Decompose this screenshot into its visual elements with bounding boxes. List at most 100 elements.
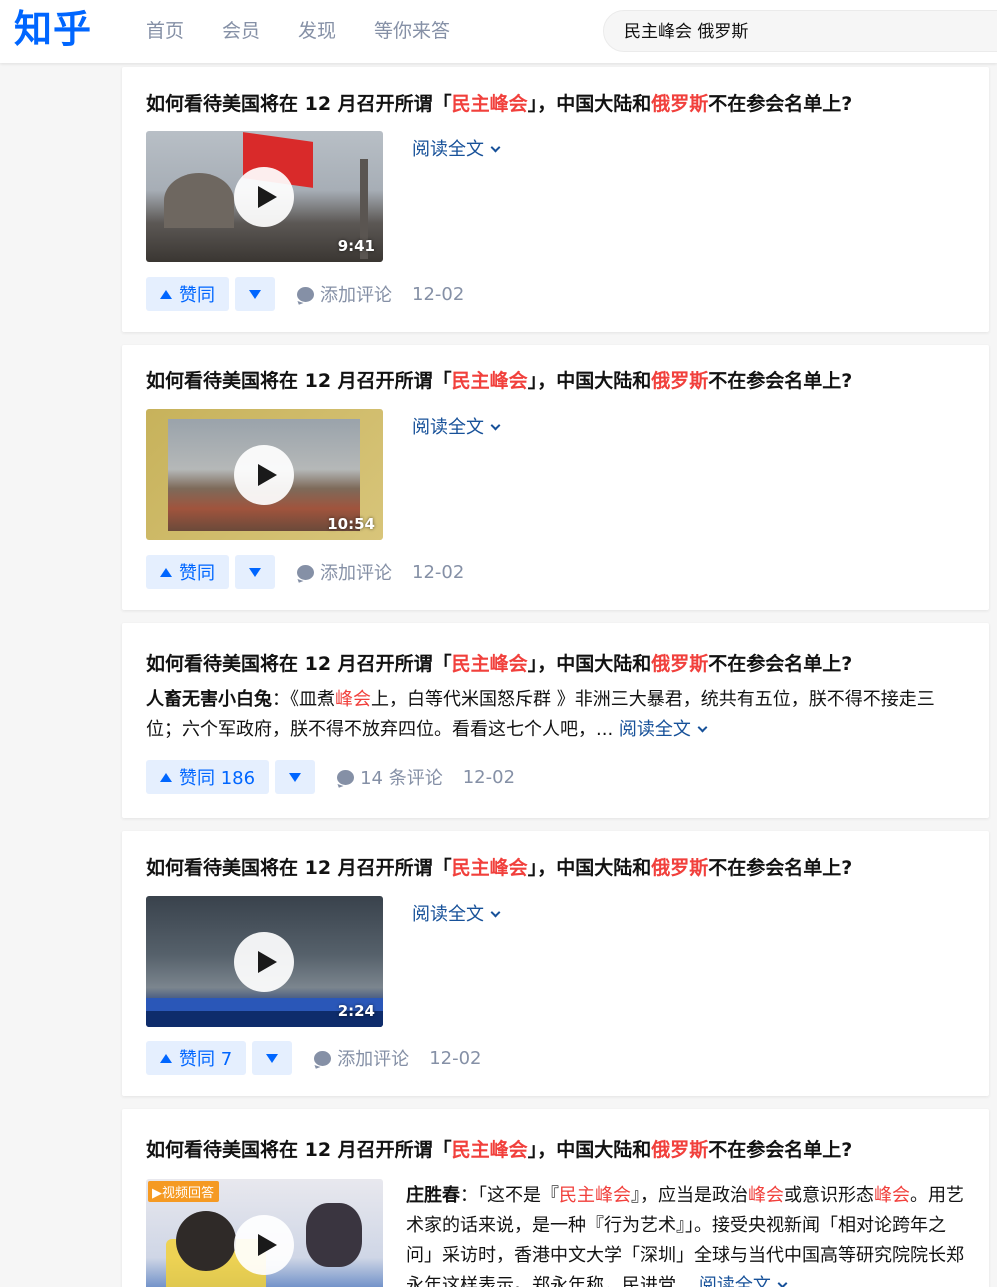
title-text: 」，中国大陆和 bbox=[527, 1139, 652, 1161]
title-highlight: 俄罗斯 bbox=[651, 857, 709, 879]
title-text: 如何看待美国将在 12 月召开所谓「 bbox=[146, 653, 452, 675]
title-highlight: 俄罗斯 bbox=[651, 1139, 709, 1161]
read-more-link[interactable]: 阅读全文 bbox=[412, 900, 501, 926]
downvote-button[interactable] bbox=[235, 555, 275, 589]
excerpt-text: 或意识形态 bbox=[784, 1185, 874, 1206]
upvote-label: 赞同 186 bbox=[179, 768, 256, 789]
title-text: 如何看待美国将在 12 月召开所谓「 bbox=[146, 857, 452, 879]
video-answer-badge: ▶视频回答 bbox=[148, 1181, 220, 1202]
upvote-icon bbox=[160, 289, 172, 299]
action-bar: 赞同 添加评论 12-02 bbox=[146, 277, 464, 311]
result-card: 如何看待美国将在 12 月召开所谓「民主峰会」，中国大陆和俄罗斯不在参会名单上?… bbox=[122, 1109, 989, 1287]
comment-label: 添加评论 bbox=[320, 285, 392, 306]
downvote-button[interactable] bbox=[252, 1041, 293, 1075]
downvote-icon bbox=[289, 773, 302, 782]
read-more-link[interactable]: 阅读全文 bbox=[412, 413, 501, 439]
nav-waiting-answers[interactable]: 等你来答 bbox=[374, 16, 450, 46]
read-more-link[interactable]: 阅读全文 bbox=[618, 719, 708, 740]
search-results-feed: 如何看待美国将在 12 月召开所谓「民主峰会」，中国大陆和俄罗斯不在参会名单上?… bbox=[122, 67, 989, 1287]
upvote-label: 赞同 bbox=[179, 563, 215, 584]
excerpt-highlight: 峰会 bbox=[874, 1185, 910, 1206]
title-text: 」，中国大陆和 bbox=[527, 653, 652, 675]
title-highlight: 俄罗斯 bbox=[651, 653, 709, 675]
author-name[interactable]: 人畜无害小白兔 bbox=[146, 689, 272, 710]
downvote-icon bbox=[266, 1054, 279, 1063]
title-text: 不在参会名单上? bbox=[708, 653, 853, 675]
title-text: 不在参会名单上? bbox=[708, 1139, 853, 1161]
comment-label: 14 条评论 bbox=[360, 768, 443, 789]
title-text: 不在参会名单上? bbox=[708, 370, 853, 392]
title-text: 如何看待美国将在 12 月召开所谓「 bbox=[146, 370, 452, 392]
nav-discover[interactable]: 发现 bbox=[298, 16, 336, 46]
upvote-button[interactable]: 赞同 bbox=[146, 555, 229, 589]
upvote-button[interactable]: 赞同 7 bbox=[146, 1041, 247, 1075]
title-highlight: 俄罗斯 bbox=[651, 93, 709, 115]
answer-excerpt[interactable]: 人畜无害小白兔：《皿煮峰会上，白等代米国怒斥群 》非洲三大暴君，统共有五位，朕不… bbox=[146, 685, 961, 745]
play-icon[interactable] bbox=[234, 932, 294, 992]
excerpt-highlight: 峰会 bbox=[335, 689, 371, 710]
nav-home[interactable]: 首页 bbox=[146, 16, 184, 46]
title-highlight: 民主峰会 bbox=[451, 93, 528, 115]
downvote-icon bbox=[249, 568, 261, 577]
read-more-link[interactable]: 阅读全文 bbox=[412, 135, 501, 161]
upvote-label: 赞同 bbox=[179, 285, 215, 306]
upvote-icon bbox=[160, 567, 172, 577]
thumbnail-scene bbox=[306, 1203, 362, 1267]
result-card: 如何看待美国将在 12 月召开所谓「民主峰会」，中国大陆和俄罗斯不在参会名单上?… bbox=[122, 67, 989, 332]
search-input[interactable] bbox=[624, 19, 984, 39]
top-bar: 知乎 首页 会员 发现 等你来答 bbox=[0, 0, 997, 63]
main-nav: 首页 会员 发现 等你来答 bbox=[146, 16, 488, 46]
post-date: 12-02 bbox=[429, 1047, 482, 1069]
result-card: 如何看待美国将在 12 月召开所谓「民主峰会」，中国大陆和俄罗斯不在参会名单上?… bbox=[122, 831, 989, 1096]
zhihu-logo[interactable]: 知乎 bbox=[14, 6, 92, 52]
read-more-label: 阅读全文 bbox=[618, 719, 691, 740]
action-bar: 赞同 添加评论 12-02 bbox=[146, 555, 464, 589]
title-highlight: 民主峰会 bbox=[451, 1139, 528, 1161]
video-thumbnail[interactable]: ▶视频回答 bbox=[146, 1179, 383, 1287]
result-title[interactable]: 如何看待美国将在 12 月召开所谓「民主峰会」，中国大陆和俄罗斯不在参会名单上? bbox=[146, 650, 852, 678]
thumbnail-scene bbox=[176, 1211, 236, 1271]
comment-label: 添加评论 bbox=[337, 1049, 410, 1070]
title-highlight: 民主峰会 bbox=[451, 857, 528, 879]
badge-label: 视频回答 bbox=[162, 1186, 215, 1201]
downvote-icon bbox=[249, 290, 261, 299]
downvote-button[interactable] bbox=[235, 277, 275, 311]
chevron-down-icon bbox=[777, 1278, 788, 1287]
excerpt-highlight: 民主峰会 bbox=[559, 1185, 631, 1206]
video-thumbnail[interactable]: 2:24 bbox=[146, 896, 383, 1027]
upvote-button[interactable]: 赞同 186 bbox=[146, 760, 270, 794]
result-title[interactable]: 如何看待美国将在 12 月召开所谓「民主峰会」，中国大陆和俄罗斯不在参会名单上? bbox=[146, 854, 852, 882]
comment-button[interactable]: 添加评论 bbox=[297, 281, 392, 307]
answer-excerpt[interactable]: 庄胜春：「这不是『民主峰会』，应当是政治峰会或意识形态峰会。用艺术家的话来说，是… bbox=[406, 1181, 966, 1287]
play-icon[interactable] bbox=[234, 445, 294, 505]
title-highlight: 民主峰会 bbox=[451, 653, 528, 675]
title-text: 如何看待美国将在 12 月召开所谓「 bbox=[146, 93, 452, 115]
search-box[interactable] bbox=[603, 10, 997, 52]
result-title[interactable]: 如何看待美国将在 12 月召开所谓「民主峰会」，中国大陆和俄罗斯不在参会名单上? bbox=[146, 367, 852, 395]
read-more-link[interactable]: 阅读全文 bbox=[699, 1275, 788, 1287]
play-icon[interactable] bbox=[234, 1215, 294, 1275]
video-duration: 9:41 bbox=[337, 237, 375, 255]
action-bar: 赞同 186 14 条评论 12-02 bbox=[146, 760, 515, 794]
comment-icon bbox=[337, 769, 355, 785]
upvote-button[interactable]: 赞同 bbox=[146, 277, 229, 311]
downvote-button[interactable] bbox=[275, 760, 316, 794]
nav-membership[interactable]: 会员 bbox=[222, 16, 260, 46]
video-thumbnail[interactable]: 10:54 bbox=[146, 409, 383, 540]
chevron-down-icon bbox=[490, 142, 501, 153]
result-card: 如何看待美国将在 12 月召开所谓「民主峰会」，中国大陆和俄罗斯不在参会名单上?… bbox=[122, 345, 989, 610]
upvote-label: 赞同 7 bbox=[179, 1049, 233, 1070]
post-date: 12-02 bbox=[462, 766, 516, 788]
comment-button[interactable]: 14 条评论 bbox=[337, 764, 443, 790]
result-title[interactable]: 如何看待美国将在 12 月召开所谓「民主峰会」，中国大陆和俄罗斯不在参会名单上? bbox=[146, 90, 852, 118]
comment-button[interactable]: 添加评论 bbox=[297, 559, 392, 585]
video-duration: 2:24 bbox=[337, 1002, 375, 1020]
video-thumbnail[interactable]: 9:41 bbox=[146, 131, 383, 262]
excerpt-text: ：「这不是『 bbox=[460, 1185, 559, 1206]
excerpt-highlight: 峰会 bbox=[748, 1185, 784, 1206]
play-icon[interactable] bbox=[234, 167, 294, 227]
comment-button[interactable]: 添加评论 bbox=[314, 1045, 409, 1071]
author-name[interactable]: 庄胜春 bbox=[406, 1185, 460, 1206]
result-title[interactable]: 如何看待美国将在 12 月召开所谓「民主峰会」，中国大陆和俄罗斯不在参会名单上? bbox=[146, 1136, 852, 1164]
excerpt-text: 』，应当是政治 bbox=[631, 1185, 748, 1206]
